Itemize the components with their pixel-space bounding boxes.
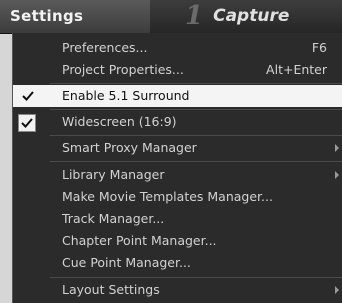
menu-item-shortcut: Alt+Enter xyxy=(266,62,327,77)
menu-separator xyxy=(50,83,342,84)
step-label: Capture xyxy=(213,6,290,26)
menu-item-widescreen[interactable]: Widescreen (16:9) xyxy=(13,111,342,133)
settings-dropdown-menu: Preferences... F6 Project Properties... … xyxy=(12,33,342,303)
menu-item-make-movie-templates-manager[interactable]: Make Movie Templates Manager... xyxy=(13,186,342,208)
menu-item-label: Project Properties... xyxy=(62,62,184,77)
menu-separator xyxy=(50,277,342,278)
menu-item-preferences[interactable]: Preferences... F6 xyxy=(13,37,342,59)
menu-item-label: Enable 5.1 Surround xyxy=(62,88,190,103)
menu-item-label: Smart Proxy Manager xyxy=(62,140,197,155)
menu-item-label: Cue Point Manager... xyxy=(62,255,191,270)
menu-item-cue-point-manager[interactable]: Cue Point Manager... xyxy=(13,252,342,274)
menu-separator xyxy=(50,109,342,110)
menu-item-label: Track Manager... xyxy=(62,211,165,226)
menu-item-library-manager[interactable]: Library Manager xyxy=(13,164,342,186)
menu-item-enable-surround[interactable]: Enable 5.1 Surround xyxy=(13,85,342,107)
menu-item-project-properties[interactable]: Project Properties... Alt+Enter xyxy=(13,59,342,81)
submenu-arrow-icon xyxy=(335,144,339,152)
menu-separator xyxy=(50,135,342,136)
menu-item-shortcut: F6 xyxy=(311,40,327,55)
app-window: Settings 1 Capture Preferences... F6 Pro… xyxy=(0,0,342,303)
submenu-arrow-icon xyxy=(335,171,339,179)
menu-bar: Settings 1 Capture xyxy=(0,0,342,34)
step-number: 1 xyxy=(185,1,204,31)
settings-menu-label: Settings xyxy=(10,7,84,25)
menu-item-chapter-point-manager[interactable]: Chapter Point Manager... xyxy=(13,230,342,252)
menu-item-label: Widescreen (16:9) xyxy=(62,114,177,129)
menu-item-layout-settings[interactable]: Layout Settings xyxy=(13,279,342,301)
menu-item-label: Preferences... xyxy=(62,40,148,55)
menu-separator xyxy=(50,161,342,162)
settings-menu-title[interactable]: Settings xyxy=(0,0,150,33)
menu-item-label: Layout Settings xyxy=(62,282,160,297)
submenu-arrow-icon xyxy=(335,286,339,294)
menu-item-track-manager[interactable]: Track Manager... xyxy=(13,208,342,230)
checkmark-icon xyxy=(21,88,35,102)
checkmark-icon xyxy=(18,114,36,132)
menu-item-label: Make Movie Templates Manager... xyxy=(62,189,273,204)
menu-item-label: Chapter Point Manager... xyxy=(62,233,217,248)
capture-step[interactable]: 1 Capture xyxy=(185,0,289,33)
menu-item-label: Library Manager xyxy=(62,167,165,182)
menu-item-smart-proxy-manager[interactable]: Smart Proxy Manager xyxy=(13,137,342,159)
